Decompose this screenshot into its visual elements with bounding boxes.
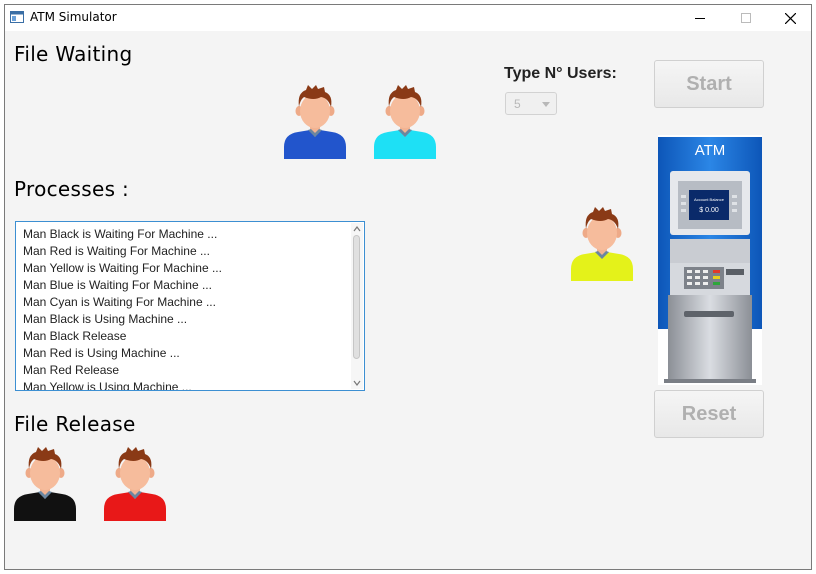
file-release-heading: File Release — [14, 412, 136, 436]
app-window: ATM Simulator File Waiting Type N° Users… — [4, 4, 812, 570]
scroll-down-icon[interactable] — [353, 379, 361, 387]
log-item: Man Blue is Waiting For Machine ... — [23, 278, 212, 292]
released-person-black — [14, 447, 76, 521]
minimize-icon — [695, 18, 705, 19]
reset-button[interactable]: Reset — [654, 390, 764, 438]
start-button[interactable]: Start — [654, 60, 764, 108]
app-icon — [10, 11, 24, 23]
chevron-down-icon — [542, 102, 550, 107]
scroll-thumb[interactable] — [353, 235, 360, 359]
window-title: ATM Simulator — [30, 10, 117, 24]
users-count-value: 5 — [514, 97, 521, 111]
waiting-person-cyan — [374, 85, 436, 159]
released-person-red — [104, 447, 166, 521]
maximize-icon — [741, 13, 751, 23]
file-waiting-heading: File Waiting — [14, 42, 133, 66]
atm-screen-balance: $ 0.00 — [699, 207, 719, 214]
title-bar: ATM Simulator — [5, 5, 811, 31]
atm-screen-title: Account Balance — [694, 197, 725, 202]
process-log-list[interactable]: Man Black is Waiting For Machine ... Man… — [15, 221, 365, 391]
users-count-select[interactable]: 5 — [505, 92, 557, 115]
atm-sign: ATM — [695, 142, 726, 159]
atm-machine-image: ATM Account Balance $ 0.00 — [658, 135, 762, 385]
processes-heading: Processes : — [14, 177, 129, 201]
log-item: Man Red is Waiting For Machine ... — [23, 244, 210, 258]
log-item: Man Cyan is Waiting For Machine ... — [23, 295, 216, 309]
log-item: Man Red is Using Machine ... — [23, 346, 180, 360]
log-scrollbar[interactable] — [351, 223, 363, 389]
log-item: Man Yellow is Using Machine ... — [23, 380, 192, 391]
log-item: Man Black is Waiting For Machine ... — [23, 227, 218, 241]
main-content: File Waiting Type N° Users: 5 Start Proc… — [5, 31, 811, 569]
log-item: Man Black Release — [23, 329, 127, 343]
maximize-button[interactable] — [723, 5, 769, 31]
type-users-label: Type N° Users: — [504, 65, 617, 82]
waiting-person-blue — [284, 85, 346, 159]
person-at-machine-yellow — [571, 207, 633, 281]
minimize-button[interactable] — [677, 5, 723, 31]
scroll-up-icon[interactable] — [353, 225, 361, 233]
close-button[interactable] — [767, 5, 813, 31]
close-icon — [784, 12, 796, 24]
log-item: Man Black is Using Machine ... — [23, 312, 188, 326]
log-item: Man Red Release — [23, 363, 120, 377]
log-item: Man Yellow is Waiting For Machine ... — [23, 261, 222, 275]
